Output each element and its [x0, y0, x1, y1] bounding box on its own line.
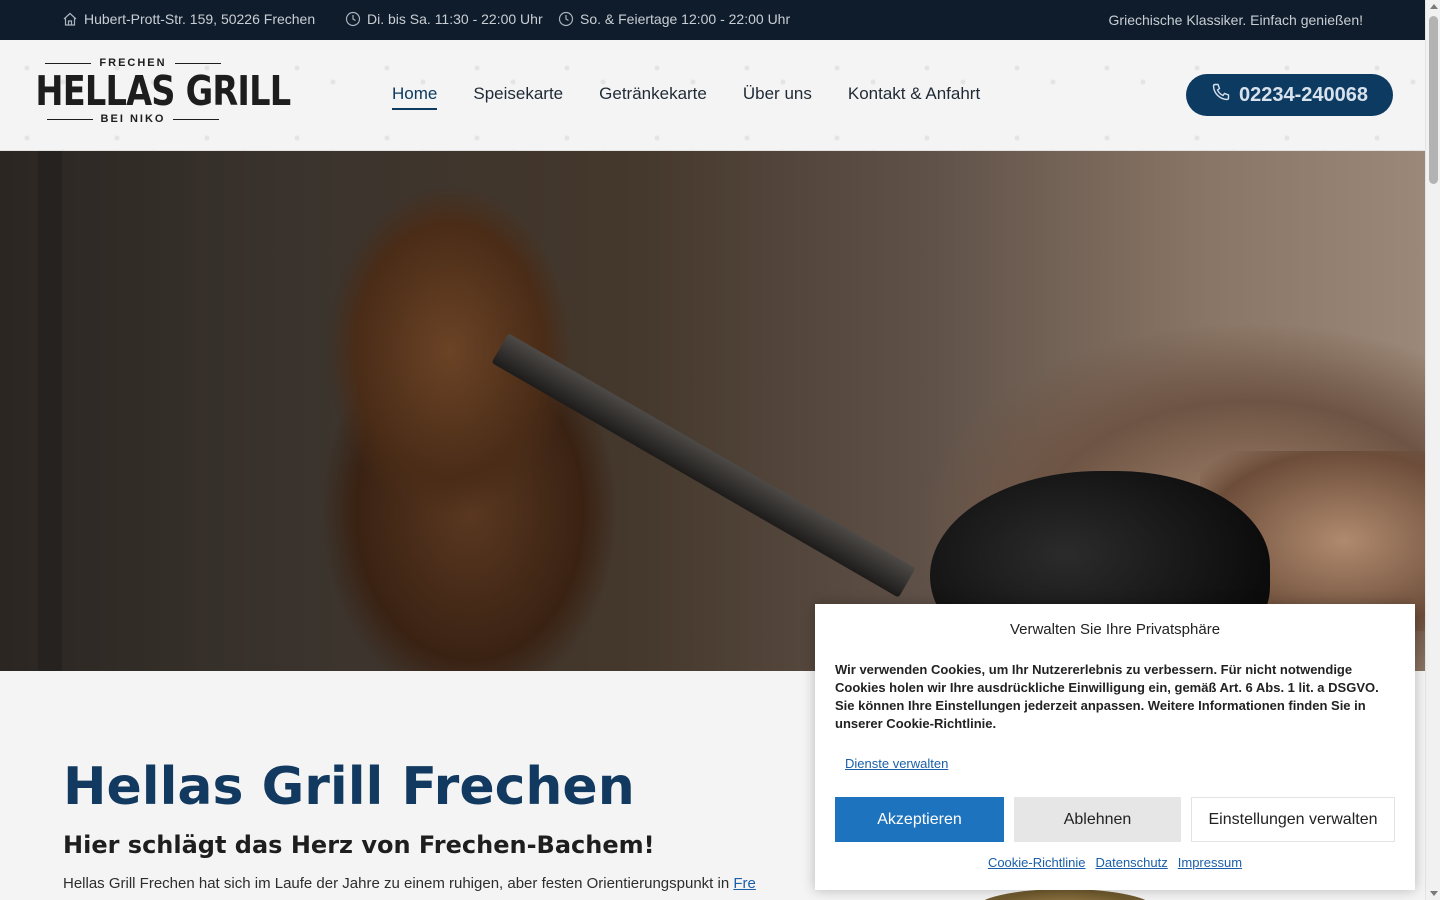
clock-icon [345, 11, 361, 27]
deny-button[interactable]: Ablehnen [1014, 797, 1181, 842]
nav-item-speisekarte[interactable]: Speisekarte [473, 84, 563, 110]
phone-icon [1211, 82, 1231, 108]
site-logo[interactable]: FRECHEN HELLAS GRILL BEI NIKO [32, 57, 291, 133]
logo-rule [173, 118, 220, 120]
top-info-bar: Hubert-Prott-Str. 159, 50226 Frechen Di.… [0, 0, 1425, 40]
phone-number: 02234-240068 [1238, 83, 1368, 106]
hours-holidays-info: So. & Feiertage 12:00 - 22:00 Uhr [558, 11, 790, 27]
cookie-title: Verwalten Sie Ihre Privatsphäre [1009, 621, 1221, 638]
nav-item-kontakt-anfahrt[interactable]: Kontakt & Anfahrt [848, 84, 980, 110]
scroll-down-arrow-icon[interactable] [1430, 891, 1438, 896]
page-title: Hellas Grill Frechen [63, 757, 635, 817]
main-navigation: Home Speisekarte Getränkekarte Über uns … [392, 84, 980, 110]
page-scrollbar[interactable] [1425, 0, 1440, 900]
clock-icon [558, 11, 574, 27]
logo-main-text: HELLAS GRILL [35, 67, 291, 115]
site-header: FRECHEN HELLAS GRILL BEI NIKO Home Speis… [0, 40, 1425, 151]
cookie-policy-link[interactable]: Cookie-Richtlinie [988, 855, 1086, 870]
address-text: Hubert-Prott-Str. 159, 50226 Frechen [84, 11, 316, 27]
scroll-up-arrow-icon[interactable] [1430, 4, 1438, 9]
manage-services-link[interactable]: Dienste verwalten [845, 756, 948, 771]
tagline: Griechische Klassiker. Einfach genießen! [1108, 12, 1363, 28]
address-info: Hubert-Prott-Str. 159, 50226 Frechen [62, 11, 315, 27]
scrollbar-thumb[interactable] [1429, 16, 1438, 184]
hours-weekdays-text: Di. bis Sa. 11:30 - 22:00 Uhr [367, 11, 543, 27]
page-subtitle: Hier schlägt das Herz von Frechen-Bachem… [63, 831, 655, 859]
home-icon [62, 11, 78, 27]
cookie-footer-links: Cookie-Richtlinie Datenschutz Impressum [815, 855, 1415, 870]
logo-rule [174, 62, 221, 64]
logo-rule [45, 62, 92, 64]
hero-grill-bar [38, 151, 62, 671]
hero-knife [491, 333, 916, 598]
food-image-peek [975, 889, 1155, 900]
imprint-link[interactable]: Impressum [1178, 855, 1242, 870]
nav-item-ueber-uns[interactable]: Über uns [743, 84, 812, 110]
hours-holidays-text: So. & Feiertage 12:00 - 22:00 Uhr [580, 11, 791, 27]
hero-image-gyros [0, 151, 1425, 671]
cookie-consent-dialog: Verwalten Sie Ihre Privatsphäre Wir verw… [815, 604, 1415, 890]
hours-weekdays-info: Di. bis Sa. 11:30 - 22:00 Uhr [345, 11, 543, 27]
accept-button[interactable]: Akzeptieren [835, 797, 1004, 842]
cookie-text: Wir verwenden Cookies, um Ihr Nutzererle… [835, 662, 1379, 731]
intro-paragraph-link[interactable]: Fre [733, 875, 756, 892]
intro-paragraph-text: Hellas Grill Frechen hat sich im Laufe d… [63, 875, 734, 892]
privacy-policy-link[interactable]: Datenschutz [1095, 855, 1167, 870]
manage-preferences-button[interactable]: Einstellungen verwalten [1191, 797, 1395, 842]
intro-paragraph: Hellas Grill Frechen hat sich im Laufe d… [63, 875, 823, 892]
nav-item-getraenkekarte[interactable]: Getränkekarte [599, 84, 707, 110]
logo-rule [46, 118, 93, 120]
phone-call-button[interactable]: 02234-240068 [1186, 74, 1393, 116]
nav-item-home[interactable]: Home [392, 84, 438, 110]
